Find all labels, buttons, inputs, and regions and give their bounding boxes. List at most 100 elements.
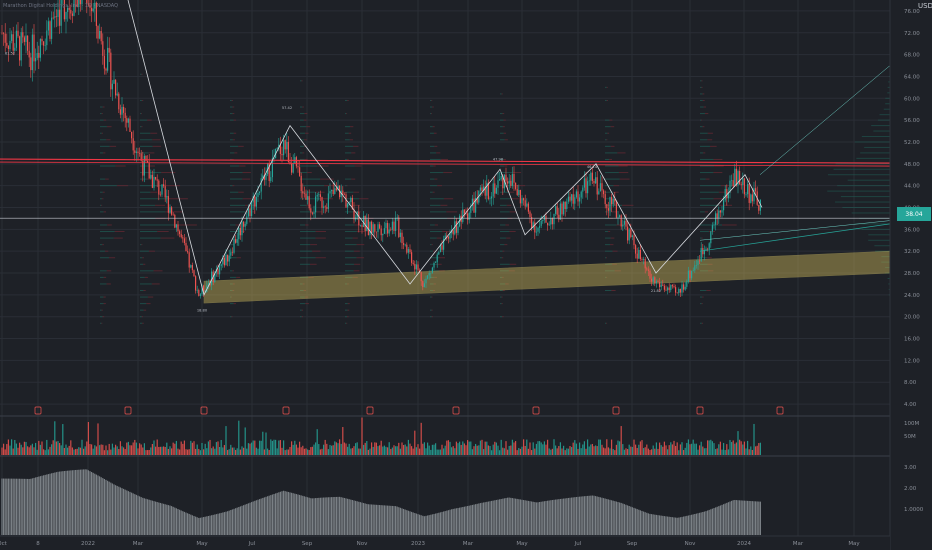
volume-bar (574, 440, 576, 455)
candle-body (598, 191, 600, 195)
candle-body (225, 254, 227, 266)
indicator-bar (374, 504, 376, 535)
volume-bar (620, 426, 622, 455)
time-tick-label: 2022 (81, 541, 95, 547)
profile-bar (233, 132, 237, 134)
volume-bar (97, 423, 99, 455)
profile-bar (430, 204, 441, 206)
volume-bar (723, 442, 725, 455)
indicator-bar (446, 510, 448, 535)
indicator-bar (65, 470, 67, 535)
candle-body (369, 221, 371, 236)
candle-body (678, 288, 680, 294)
indicator-bar (604, 498, 606, 535)
profile-bar (351, 152, 356, 154)
profile-bar (155, 204, 166, 206)
volume-bar (455, 441, 457, 455)
candle-body (742, 178, 744, 186)
profile-bar (610, 237, 615, 239)
indicator-bar (137, 495, 139, 535)
profile-bar (300, 106, 303, 108)
indicator-bar (483, 502, 485, 535)
indicator-bar (595, 496, 597, 535)
volume-bar (737, 431, 739, 455)
candle-body (423, 283, 425, 288)
indicator-bar (395, 506, 397, 535)
candle-body (228, 255, 230, 262)
volume-bar (734, 443, 736, 455)
profile-bar (114, 231, 125, 233)
candle-body (233, 239, 235, 253)
indicator-bar (25, 478, 27, 535)
indicator-bar (617, 502, 619, 535)
last-price-badge[interactable]: 38.04 (897, 207, 931, 221)
chart-canvas[interactable]: 57.4247.9846.1418.8021.8261.52 76.0072.0… (0, 0, 932, 550)
indicator-bar (687, 515, 689, 535)
profile-bar (345, 126, 351, 128)
volume-bar (481, 439, 483, 455)
volume-bar (342, 427, 344, 455)
candle-body (158, 180, 160, 195)
candle-body (758, 204, 760, 211)
indicator-bar (55, 472, 57, 535)
candle-body (375, 231, 377, 233)
candle-body (441, 245, 443, 250)
profile-bar (300, 250, 313, 252)
profile-bar (443, 198, 454, 200)
volume-bar (371, 442, 373, 455)
profile-bar (346, 322, 348, 324)
profile-bar (446, 211, 458, 213)
profile-bar (430, 198, 444, 200)
volume-bar (599, 439, 601, 455)
volume-bar (211, 448, 213, 455)
candle-body (638, 249, 640, 259)
volume-bar (713, 443, 715, 455)
volume-bar (71, 447, 73, 455)
candle-body (567, 196, 569, 202)
indicator-bar (401, 508, 403, 535)
volume-bar (177, 448, 179, 455)
candle-body (124, 112, 126, 119)
indicator-bar (236, 507, 238, 535)
profile-bar (142, 322, 144, 324)
indicator-bar (393, 506, 395, 535)
candle-body (468, 212, 470, 220)
candle-body (315, 196, 317, 213)
indicator-bar (727, 502, 729, 535)
profile-bar (700, 178, 706, 180)
volume-bar (518, 447, 520, 455)
candle-body (518, 190, 520, 195)
volume-bar (353, 446, 355, 455)
profile-bar (150, 132, 158, 134)
indicator-bar (147, 499, 149, 535)
volume-tick-label: 100M (904, 421, 919, 427)
candle-body (431, 267, 433, 273)
indicator-bar (454, 508, 456, 535)
indicator-bar (279, 491, 281, 535)
price-tick-label: 16.00 (904, 337, 920, 343)
indicator-bar (291, 492, 293, 535)
indicator-bar (268, 495, 270, 535)
indicator-bar (281, 491, 283, 535)
indicator-bar (579, 496, 581, 535)
indicator-bar (276, 492, 278, 535)
profile-bar (501, 257, 504, 259)
candle-body (238, 227, 240, 240)
volume-bar (740, 441, 742, 455)
candle-body (347, 203, 349, 208)
indicator-bar (255, 500, 257, 535)
indicator-bar (131, 492, 133, 535)
volume-bar (155, 446, 157, 455)
candle-body (691, 270, 693, 279)
profile-bar (315, 237, 326, 239)
indicator-bar (84, 469, 86, 535)
volume-bar (651, 449, 653, 455)
indicator-bar (443, 511, 445, 535)
candle-body (326, 207, 328, 209)
profile-bar (354, 165, 362, 167)
indicator-bar (484, 502, 486, 535)
candle-body (529, 211, 531, 217)
volume-bar (436, 449, 438, 455)
indicator-bar (265, 496, 267, 535)
indicator-bar (481, 502, 483, 535)
